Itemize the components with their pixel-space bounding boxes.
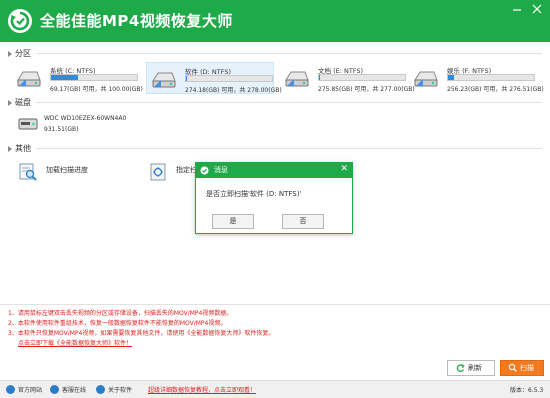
- tip-line: 1、请用鼠标左键双击丢失视频的分区或存储设备，扫描丢失的MOV/MP4视频数据。: [8, 310, 233, 317]
- dialog-title-bar: 消息 ✕: [196, 163, 352, 178]
- about-link[interactable]: 关于软件: [96, 384, 148, 396]
- partition-item[interactable]: 娱乐 (F: NTFS) 256.23(GB) 可用，共 276.51(GB): [409, 62, 544, 94]
- section-others-header[interactable]: 其他: [8, 143, 31, 154]
- drive-icon: [412, 66, 440, 90]
- download-link[interactable]: 点击立即下载《全能数据恢复大师》软件！: [18, 338, 132, 347]
- refresh-label: 刷新: [468, 364, 482, 372]
- divider: [0, 304, 550, 305]
- message-icon: [200, 166, 209, 175]
- tip-line: 2、本软件使用软件重组技术，恢复一般数据恢复软件不能恢复的MOV/MP4视频。: [8, 320, 227, 327]
- disk-size: 931.51(GB): [44, 126, 79, 133]
- partition-size: 256.23(GB) 可用，共 276.51(GB): [447, 86, 544, 93]
- section-disks-label: 磁盘: [15, 98, 31, 107]
- support-label: 客服在线: [62, 387, 87, 394]
- partition-usage-fill: [186, 76, 188, 81]
- dialog-message: 是否立即扫描'软件 (D: NTFS)': [206, 190, 302, 198]
- scan-document-icon: [148, 162, 168, 182]
- status-bar: 官方网站 客服在线 关于软件 超级详细数据恢复教程，点击立即观看！ 版本：6.5…: [0, 380, 550, 398]
- collapse-triangle-icon: [8, 145, 12, 152]
- title-bar: 全能佳能MP4视频恢复大师: [0, 0, 550, 42]
- partition-usage-bar: [50, 74, 138, 81]
- hard-disk-icon: [18, 116, 38, 132]
- version-label: 版本：6.5.3: [510, 387, 544, 394]
- scan-label: 扫描: [520, 364, 534, 372]
- partition-item[interactable]: 软件 (D: NTFS) 274.18(GB) 可用，共 278.00(GB): [146, 62, 282, 94]
- divider: [36, 148, 542, 149]
- dialog-close-icon[interactable]: ✕: [340, 164, 348, 174]
- partition-usage-fill: [319, 75, 320, 80]
- partition-item[interactable]: 系统 (C: NTFS) 69.17(GB) 可用，共 100.00(GB): [12, 62, 143, 94]
- drive-icon: [15, 66, 43, 90]
- refresh-icon: [456, 361, 465, 380]
- section-partitions-label: 分区: [15, 49, 31, 58]
- partition-size: 274.18(GB) 可用，共 278.00(GB): [185, 87, 282, 94]
- specify-scan-button[interactable]: 指定扫: [148, 160, 198, 184]
- divider: [36, 102, 542, 103]
- dialog-title: 消息: [214, 166, 228, 174]
- divider: [36, 53, 542, 54]
- no-button[interactable]: 否: [282, 214, 324, 229]
- globe-icon: [6, 385, 15, 394]
- partition-usage-bar: [318, 74, 406, 81]
- section-partitions-header[interactable]: 分区: [8, 48, 31, 59]
- partition-usage-bar: [185, 75, 273, 82]
- partition-item[interactable]: 文档 (E: NTFS) 275.85(GB) 可用，共 277.00(GB): [280, 62, 415, 94]
- partition-usage-fill: [51, 75, 78, 80]
- info-icon: [96, 385, 105, 394]
- collapse-triangle-icon: [8, 99, 12, 106]
- minimize-icon[interactable]: [508, 1, 526, 17]
- website-label: 官方网站: [18, 387, 43, 394]
- drive-icon: [150, 67, 178, 91]
- section-others-label: 其他: [15, 144, 31, 153]
- load-scan-progress-button[interactable]: 加载扫描进度: [18, 160, 128, 184]
- magnifier-document-icon: [18, 162, 38, 182]
- app-title: 全能佳能MP4视频恢复大师: [40, 12, 233, 30]
- drive-icon: [283, 66, 311, 90]
- partition-usage-fill: [448, 75, 455, 80]
- app-logo-icon: [8, 9, 32, 33]
- collapse-triangle-icon: [8, 50, 12, 57]
- yes-button[interactable]: 是: [212, 214, 254, 229]
- about-label: 关于软件: [108, 387, 133, 394]
- scan-confirm-dialog: 消息 ✕ 是否立即扫描'软件 (D: NTFS)' 是 否: [195, 162, 353, 234]
- support-link[interactable]: 客服在线: [50, 384, 102, 396]
- tip-line: 3、本软件只恢复MOV/MP4视频，如果需要恢复其他文件，请使用《全能数据恢复大…: [8, 330, 275, 337]
- close-icon[interactable]: [528, 1, 546, 17]
- scan-icon: [508, 361, 517, 380]
- refresh-button[interactable]: 刷新: [447, 360, 495, 376]
- scan-button[interactable]: 扫描: [500, 360, 544, 376]
- partition-size: 275.85(GB) 可用，共 277.00(GB): [318, 86, 415, 93]
- section-disks-header[interactable]: 磁盘: [8, 97, 31, 108]
- partition-usage-bar: [447, 74, 535, 81]
- load-scan-progress-label: 加载扫描进度: [46, 166, 88, 174]
- partition-size: 69.17(GB) 可用，共 100.00(GB): [50, 86, 143, 93]
- disk-name: WDC WD10EZEX-60WN4A0: [44, 115, 127, 122]
- chat-icon: [50, 385, 59, 394]
- tutorial-promo-link[interactable]: 超级详细数据恢复教程，点击立即观看！: [148, 385, 256, 394]
- disk-item[interactable]: WDC WD10EZEX-60WN4A0 931.51(GB): [14, 112, 134, 136]
- specify-scan-label: 指定扫: [176, 166, 197, 174]
